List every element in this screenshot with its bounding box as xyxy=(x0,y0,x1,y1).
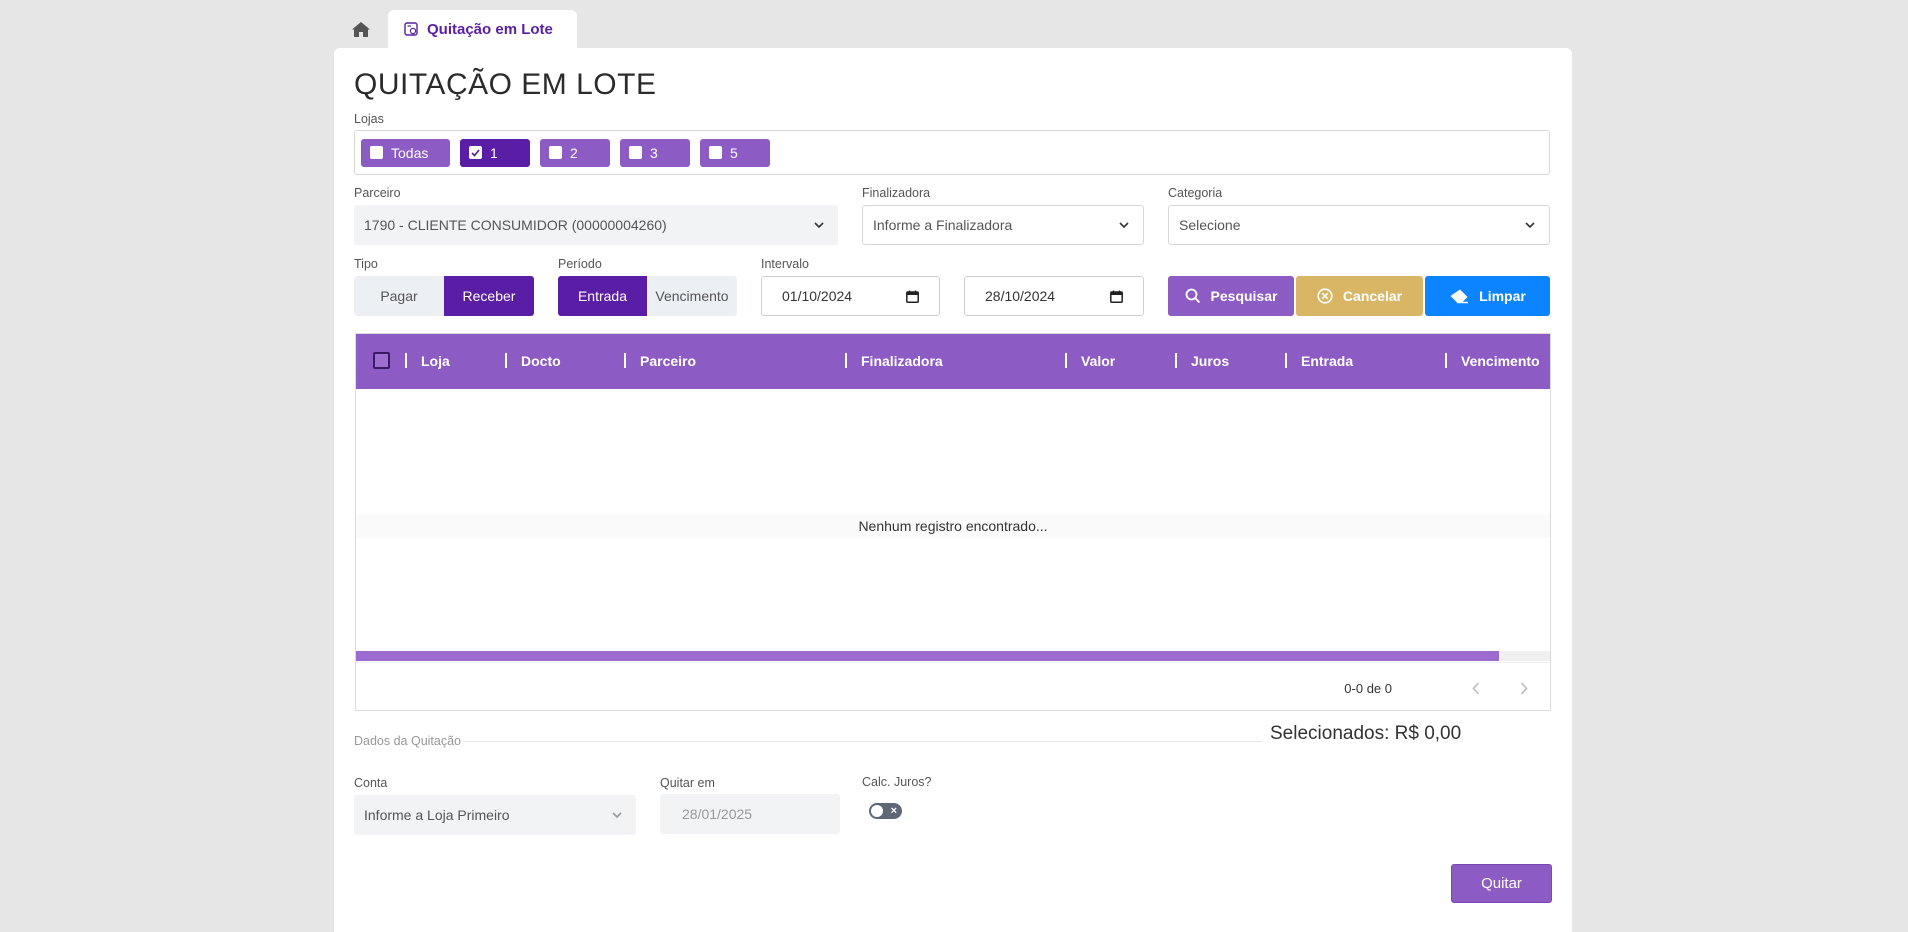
tab-bar: Quitação em Lote xyxy=(334,10,577,48)
close-icon: × xyxy=(890,805,897,817)
cancel-circle-icon xyxy=(1317,288,1333,304)
calendar-icon[interactable] xyxy=(1110,290,1123,303)
quitar-em-input[interactable]: 28/01/2025 xyxy=(660,794,840,834)
main-card: QUITAÇÃO EM LOTE Lojas Todas 1 2 3 5 Par… xyxy=(334,48,1572,932)
column-separator xyxy=(845,353,847,368)
column-header-entrada[interactable]: Entrada xyxy=(1301,353,1353,369)
column-header-loja[interactable]: Loja xyxy=(421,353,450,369)
section-label-dados-quitacao: Dados da Quitação xyxy=(354,734,462,748)
periodo-toggle: Entrada Vencimento xyxy=(558,276,737,316)
intervalo-label: Intervalo xyxy=(761,257,809,271)
column-separator xyxy=(1065,353,1067,368)
finalizadora-select[interactable]: Informe a Finalizadora xyxy=(862,205,1144,245)
tipo-pagar-button[interactable]: Pagar xyxy=(354,276,444,316)
tab-label: Quitação em Lote xyxy=(427,20,553,38)
column-header-valor[interactable]: Valor xyxy=(1081,353,1115,369)
checkbox-icon xyxy=(549,146,562,159)
calc-juros-label: Calc. Juros? xyxy=(862,775,932,789)
finalizadora-placeholder: Informe a Finalizadora xyxy=(873,217,1013,233)
loja-chip-todas[interactable]: Todas xyxy=(361,138,450,167)
column-separator xyxy=(1285,353,1287,368)
chevron-down-icon xyxy=(1119,222,1129,228)
table-header: Loja Docto Parceiro Finalizadora Valor J… xyxy=(356,334,1550,389)
select-all-checkbox[interactable] xyxy=(373,352,390,369)
selected-total: Selecionados: R$ 0,00 xyxy=(1270,723,1462,744)
date-end-value: 28/10/2024 xyxy=(985,288,1056,304)
page-title: QUITAÇÃO EM LOTE xyxy=(354,68,657,101)
home-icon xyxy=(352,21,370,37)
periodo-label: Período xyxy=(558,257,602,271)
column-separator xyxy=(624,353,626,368)
parceiro-value: 1790 - CLIENTE CONSUMIDOR (00000004260) xyxy=(364,217,667,233)
date-start-input[interactable]: 01/10/2024 xyxy=(761,276,940,316)
calendar-icon[interactable] xyxy=(906,290,919,303)
loja-chip-5[interactable]: 5 xyxy=(700,138,770,167)
periodo-entrada-button[interactable]: Entrada xyxy=(558,276,647,316)
column-header-juros[interactable]: Juros xyxy=(1191,353,1229,369)
conta-select[interactable]: Informe a Loja Primeiro xyxy=(354,795,636,835)
checkbox-checked-icon xyxy=(469,146,482,159)
lojas-label: Lojas xyxy=(354,112,384,126)
tipo-toggle: Pagar Receber xyxy=(354,276,534,316)
empty-message: Nenhum registro encontrado... xyxy=(356,514,1550,538)
quitar-em-value: 28/01/2025 xyxy=(682,806,753,822)
categoria-label: Categoria xyxy=(1168,186,1223,200)
parceiro-label: Parceiro xyxy=(354,186,401,200)
tab-quitacao-em-lote[interactable]: Quitação em Lote xyxy=(388,10,577,48)
horizontal-scrollbar[interactable] xyxy=(356,651,1550,661)
column-header-vencimento[interactable]: Vencimento xyxy=(1461,353,1540,369)
chevron-left-icon xyxy=(1472,681,1480,695)
eraser-icon xyxy=(1450,289,1469,304)
calc-juros-toggle[interactable]: × xyxy=(869,803,902,819)
conta-label: Conta xyxy=(354,776,388,790)
prev-page-button[interactable] xyxy=(1465,677,1487,699)
periodo-vencimento-button[interactable]: Vencimento xyxy=(647,276,737,316)
chevron-down-icon xyxy=(612,812,622,818)
chevron-down-icon xyxy=(814,222,824,228)
column-separator xyxy=(1175,353,1177,368)
finalizadora-label: Finalizadora xyxy=(862,186,931,200)
checkbox-icon xyxy=(370,146,383,159)
column-header-finalizadora[interactable]: Finalizadora xyxy=(861,353,943,369)
chevron-down-icon xyxy=(1525,222,1535,228)
date-end-input[interactable]: 28/10/2024 xyxy=(964,276,1144,316)
lojas-selector: Todas 1 2 3 5 xyxy=(354,130,1550,175)
payment-icon xyxy=(404,22,418,36)
chevron-right-icon xyxy=(1520,681,1528,695)
pagination-info: 0-0 de 0 xyxy=(1344,681,1392,696)
checkbox-icon xyxy=(709,146,722,159)
checkbox-icon xyxy=(629,146,642,159)
column-header-docto[interactable]: Docto xyxy=(521,353,561,369)
tipo-receber-button[interactable]: Receber xyxy=(444,276,534,316)
loja-chip-2[interactable]: 2 xyxy=(540,138,610,167)
quitar-button[interactable]: Quitar xyxy=(1451,864,1552,903)
results-table: Loja Docto Parceiro Finalizadora Valor J… xyxy=(355,333,1551,711)
search-icon xyxy=(1185,288,1200,304)
cancelar-button[interactable]: Cancelar xyxy=(1296,276,1423,316)
toggle-knob xyxy=(871,805,883,817)
conta-placeholder: Informe a Loja Primeiro xyxy=(364,807,510,823)
column-separator xyxy=(505,353,507,368)
column-separator xyxy=(1445,353,1447,368)
column-separator xyxy=(405,353,407,368)
limpar-button[interactable]: Limpar xyxy=(1425,276,1550,316)
pagination: 0-0 de 0 xyxy=(356,662,1550,712)
column-header-parceiro[interactable]: Parceiro xyxy=(640,353,696,369)
date-start-value: 01/10/2024 xyxy=(782,288,853,304)
categoria-placeholder: Selecione xyxy=(1179,217,1241,233)
tab-home[interactable] xyxy=(334,10,388,48)
loja-chip-3[interactable]: 3 xyxy=(620,138,690,167)
scrollbar-thumb[interactable] xyxy=(356,651,1499,661)
loja-chip-1[interactable]: 1 xyxy=(460,138,530,167)
categoria-select[interactable]: Selecione xyxy=(1168,205,1550,245)
parceiro-select[interactable]: 1790 - CLIENTE CONSUMIDOR (00000004260) xyxy=(354,205,838,245)
tipo-label: Tipo xyxy=(354,257,378,271)
next-page-button[interactable] xyxy=(1513,677,1535,699)
quitar-em-label: Quitar em xyxy=(660,776,715,790)
pesquisar-button[interactable]: Pesquisar xyxy=(1168,276,1294,316)
section-divider xyxy=(464,741,1262,742)
